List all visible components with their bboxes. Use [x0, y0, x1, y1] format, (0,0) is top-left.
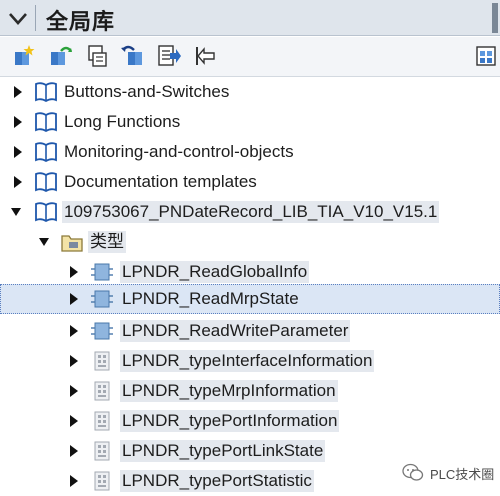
tree-item-type[interactable]: LPNDR_ReadWriteParameter: [0, 316, 500, 346]
tree-item-label: 类型: [88, 231, 126, 253]
expand-arrow-icon[interactable]: [12, 145, 24, 159]
tree-item-library[interactable]: 109753067_PNDateRecord_LIB_TIA_V10_V15.1: [0, 197, 500, 227]
expand-arrow-icon[interactable]: [68, 414, 80, 428]
tree-item-label: LPNDR_typeInterfaceInformation: [120, 350, 375, 372]
library-report-icon: [158, 45, 181, 66]
update-types-button[interactable]: [120, 43, 146, 69]
tree-item-types-folder[interactable]: 类型: [0, 227, 500, 257]
tree-item-label: Buttons-and-Switches: [64, 82, 230, 101]
expand-arrow-icon[interactable]: [12, 115, 24, 129]
tree-item-label: LPNDR_typePortInformation: [120, 410, 340, 432]
expand-arrow-icon[interactable]: [68, 384, 80, 398]
tree-item-library[interactable]: Monitoring-and-control-objects: [0, 137, 500, 167]
save-library-icon: [88, 45, 107, 67]
new-library-button[interactable]: [12, 43, 38, 69]
function-block-icon: [91, 322, 113, 340]
library-book-icon: [35, 142, 57, 163]
data-type-icon: [94, 381, 110, 401]
library-book-icon: [35, 82, 57, 103]
library-report-button[interactable]: [156, 43, 182, 69]
tree-item-library[interactable]: Documentation templates: [0, 167, 500, 197]
expand-arrow-icon[interactable]: [68, 444, 80, 458]
open-library-icon: [51, 46, 72, 65]
tree-item-library[interactable]: Long Functions: [0, 107, 500, 137]
tree-item-label: LPNDR_ReadMrpState: [122, 289, 299, 308]
expand-arrow-icon[interactable]: [68, 474, 80, 488]
open-library-button[interactable]: [48, 43, 74, 69]
expand-arrow-icon[interactable]: [68, 265, 80, 279]
tree-item-type[interactable]: LPNDR_ReadGlobalInfo: [0, 257, 500, 287]
header-divider: [35, 5, 36, 31]
tree-item-label: Documentation templates: [64, 172, 257, 191]
tree-item-type[interactable]: LPNDR_typeInterfaceInformation: [0, 346, 500, 376]
library-book-icon: [35, 172, 57, 193]
library-book-icon: [35, 202, 57, 223]
function-block-icon: [91, 290, 113, 308]
wechat-logo-icon: [402, 463, 424, 481]
update-types-icon: [121, 45, 142, 65]
tree-item-library[interactable]: Buttons-and-Switches: [0, 77, 500, 107]
tree-item-label: LPNDR_ReadWriteParameter: [120, 320, 351, 342]
watermark-text: PLC技术圈: [430, 466, 495, 482]
tree-item-label: LPNDR_typePortStatistic: [120, 470, 314, 492]
tree-item-type[interactable]: LPNDR_typePortInformation: [0, 406, 500, 436]
export-button[interactable]: [192, 43, 218, 69]
export-icon: [196, 47, 215, 65]
tree-item-label: LPNDR_ReadGlobalInfo: [120, 261, 310, 283]
function-block-icon: [91, 263, 113, 281]
collapse-arrow-icon[interactable]: [10, 205, 22, 219]
tree-item-label: Long Functions: [64, 112, 181, 131]
tree-item-label: LPNDR_typePortLinkState: [120, 440, 326, 462]
expand-arrow-icon[interactable]: [68, 292, 80, 306]
data-type-icon: [94, 411, 110, 431]
types-folder-icon: [61, 235, 83, 252]
global-library-header: 全局库: [0, 0, 500, 36]
scrollbar-edge[interactable]: [492, 3, 498, 33]
tree-item-label: Monitoring-and-control-objects: [64, 142, 294, 161]
chevron-down-icon: [9, 13, 27, 25]
data-type-icon: [94, 441, 110, 461]
expand-arrow-icon[interactable]: [12, 175, 24, 189]
collapse-panel-button[interactable]: [6, 6, 30, 30]
tree-item-type-selected[interactable]: LPNDR_ReadMrpState: [0, 284, 500, 314]
tree-item-type[interactable]: LPNDR_typeMrpInformation: [0, 376, 500, 406]
data-type-icon: [94, 351, 110, 371]
data-type-icon: [94, 471, 110, 491]
watermark: PLC技术圈: [402, 460, 494, 486]
expand-arrow-icon[interactable]: [68, 354, 80, 368]
save-library-button[interactable]: [84, 43, 110, 69]
expand-arrow-icon[interactable]: [12, 85, 24, 99]
library-view-icon: [476, 46, 496, 66]
library-book-icon: [35, 112, 57, 133]
expand-arrow-icon[interactable]: [68, 324, 80, 338]
library-view-button[interactable]: [474, 43, 500, 69]
collapse-arrow-icon[interactable]: [38, 235, 50, 249]
library-toolbar: [0, 37, 500, 77]
panel-title: 全局库: [46, 9, 116, 34]
new-library-icon: [15, 45, 35, 65]
tree-item-label: 109753067_PNDateRecord_LIB_TIA_V10_V15.1: [62, 201, 440, 223]
tree-item-label: LPNDR_typeMrpInformation: [120, 380, 338, 402]
